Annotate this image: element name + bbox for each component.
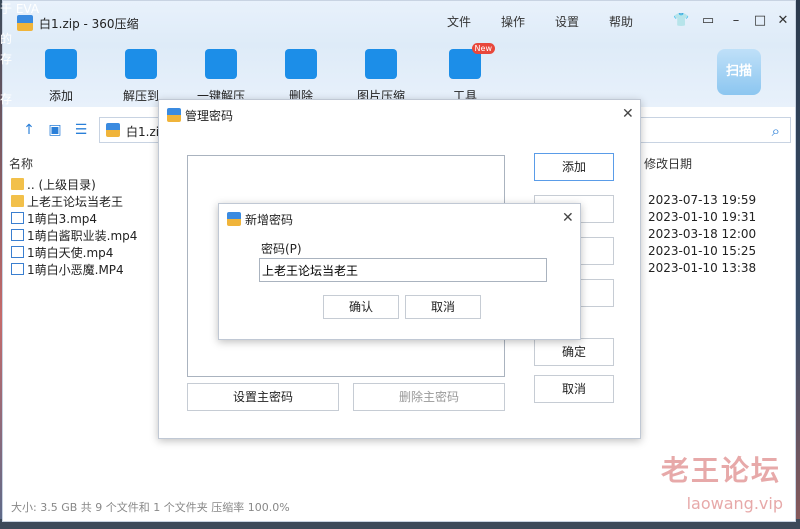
video-file-icon — [11, 246, 24, 258]
video-file-icon — [11, 229, 24, 241]
desktop-text: 存 — [0, 92, 13, 106]
close-icon[interactable]: ✕ — [622, 106, 634, 122]
row-date: 2023-03-18 12:00 — [648, 227, 757, 241]
new-badge: New — [471, 43, 495, 54]
column-name[interactable]: 名称 — [9, 155, 33, 172]
list-view-icon[interactable]: ☰ — [73, 122, 89, 138]
list-item[interactable]: 1萌白3.mp4 — [11, 210, 97, 227]
one-click-extract-button[interactable]: 一键解压 — [189, 49, 253, 104]
zip-app-icon — [17, 15, 33, 31]
status-bar: 大小: 3.5 GB 共 9 个文件和 1 个文件夹 压缩率 100.0% — [11, 501, 290, 514]
folder-icon — [11, 195, 24, 207]
feedback-icon[interactable]: ▭ — [701, 14, 715, 28]
cancel-button[interactable]: 取消 — [405, 295, 481, 319]
zip-app-icon — [227, 212, 241, 226]
password-input[interactable] — [259, 258, 547, 282]
video-file-icon — [11, 263, 24, 275]
row-date: 2023-01-10 13:38 — [648, 261, 757, 275]
close-icon[interactable]: ✕ — [776, 14, 790, 28]
row-date: 2023-01-10 15:25 — [648, 244, 757, 258]
title-bar: 白1.zip - 360压缩 文件 操作 设置 帮助 👕 ▭ – □ ✕ — [3, 1, 795, 45]
row-date: 2023-07-13 19:59 — [648, 193, 757, 207]
up-arrow-icon[interactable]: ↑ — [21, 122, 37, 138]
zip-app-icon — [167, 108, 181, 122]
ok-button[interactable]: 确定 — [534, 338, 614, 366]
tools-icon: New — [449, 43, 495, 79]
delete-button[interactable]: 删除 — [269, 49, 333, 104]
new-password-dialog: 新增密码 ✕ 密码(P) 确认 取消 — [218, 203, 581, 340]
delete-master-password-button[interactable]: 删除主密码 — [353, 383, 505, 411]
watermark-url: laowang.vip — [686, 494, 783, 513]
trash-icon — [285, 49, 317, 79]
confirm-button[interactable]: 确认 — [323, 295, 399, 319]
cancel-button[interactable]: 取消 — [534, 375, 614, 403]
search-icon[interactable]: ⌕ — [772, 122, 780, 140]
menu-file[interactable]: 文件 — [447, 13, 471, 30]
watermark-text: 老王论坛 — [660, 454, 781, 487]
password-label: 密码(P) — [261, 242, 302, 256]
menu-help[interactable]: 帮助 — [609, 13, 633, 30]
thumbnail-view-icon[interactable]: ▣ — [47, 122, 63, 138]
add-password-button[interactable]: 添加 — [534, 153, 614, 181]
tools-button[interactable]: New 工具 — [433, 43, 497, 104]
set-master-password-button[interactable]: 设置主密码 — [187, 383, 339, 411]
zip-file-icon — [106, 123, 120, 137]
add-button[interactable]: 添加 — [29, 49, 93, 104]
list-item[interactable]: 1萌白天使.mp4 — [11, 244, 113, 261]
desktop-text: 于 EVA — [0, 2, 40, 16]
maximize-icon[interactable]: □ — [753, 14, 767, 28]
list-item[interactable]: 上老王论坛当老王 — [11, 193, 123, 210]
add-icon — [45, 49, 77, 79]
list-item[interactable]: .. (上级目录) — [11, 176, 96, 193]
column-modified-date[interactable]: 修改日期 — [644, 155, 692, 172]
dialog-title: 管理密码 — [167, 107, 233, 124]
window-title: 白1.zip - 360压缩 — [39, 17, 139, 31]
scan-button[interactable]: 扫描 — [717, 49, 761, 95]
menu-settings[interactable]: 设置 — [555, 13, 579, 30]
row-date: 2023-01-10 19:31 — [648, 210, 757, 224]
menu-operate[interactable]: 操作 — [501, 13, 525, 30]
skin-icon[interactable]: 👕 — [673, 14, 689, 28]
extract-to-icon — [125, 49, 157, 79]
image-compress-icon — [365, 49, 397, 79]
desktop-text: 存 — [0, 52, 13, 66]
folder-icon — [11, 178, 24, 190]
list-item[interactable]: 1萌白小恶魔.MP4 — [11, 261, 124, 278]
video-file-icon — [11, 212, 24, 224]
dialog-title: 新增密码 — [227, 211, 293, 228]
minimize-icon[interactable]: – — [729, 14, 743, 28]
list-item[interactable]: 1萌白酱职业装.mp4 — [11, 227, 137, 244]
extract-to-button[interactable]: 解压到 — [109, 49, 173, 104]
image-compress-button[interactable]: 图片压缩 — [349, 49, 413, 104]
one-click-extract-icon — [205, 49, 237, 79]
desktop-text: 的 — [0, 32, 13, 46]
toolbar: 添加 解压到 一键解压 删除 图片压缩 New 工具 — [3, 43, 795, 107]
close-icon[interactable]: ✕ — [562, 210, 574, 226]
